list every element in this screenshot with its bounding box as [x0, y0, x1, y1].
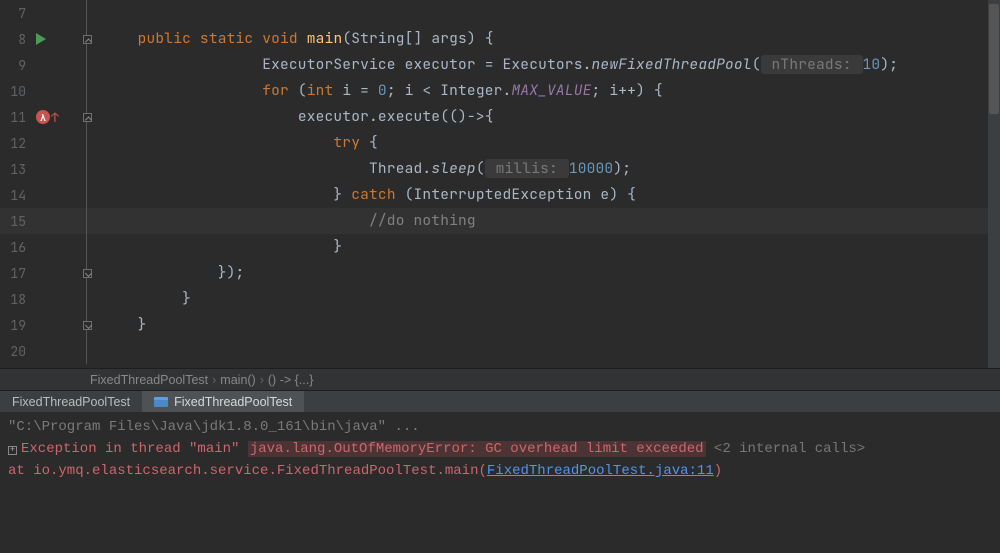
line-number: 14	[0, 187, 32, 204]
code-text: } catch (InterruptedException e) {	[98, 182, 1000, 208]
code-line-current[interactable]: 15 //do nothing	[0, 208, 1000, 234]
code-line[interactable]: 10 for (int i = 0; i < Integer.MAX_VALUE…	[0, 78, 1000, 104]
editor-scrollbar[interactable]	[988, 0, 1000, 368]
parameter-hint: nThreads:	[761, 55, 863, 74]
stacktrace-link[interactable]: FixedThreadPoolTest.java:11	[487, 463, 714, 479]
line-number: 18	[0, 291, 32, 308]
code-text: }	[98, 312, 1000, 338]
breadcrumb[interactable]: FixedThreadPoolTest	[90, 373, 208, 387]
run-gutter-icon[interactable]	[36, 33, 46, 45]
code-text: try {	[98, 130, 1000, 156]
code-text: }	[98, 234, 1000, 260]
code-line[interactable]: 8 public static void main(String[] args)…	[0, 26, 1000, 52]
chevron-right-icon: ›	[208, 373, 220, 387]
up-arrow-icon: ↑	[51, 109, 59, 126]
code-text: }	[98, 286, 1000, 312]
console-line: at io.ymq.elasticsearch.service.FixedThr…	[8, 460, 992, 482]
run-console[interactable]: "C:\Program Files\Java\jdk1.8.0_161\bin\…	[0, 412, 1000, 553]
code-line[interactable]: 20	[0, 338, 1000, 364]
code-line[interactable]: 13 Thread.sleep( millis: 10000);	[0, 156, 1000, 182]
code-line[interactable]: 11 λ↑ executor.execute(()->{	[0, 104, 1000, 130]
fold-toggle-icon[interactable]	[83, 113, 92, 122]
code-text: ExecutorService executor = Executors.new…	[98, 52, 1000, 78]
line-number: 19	[0, 317, 32, 334]
code-line[interactable]: 19 }	[0, 312, 1000, 338]
code-text: for (int i = 0; i < Integer.MAX_VALUE; i…	[98, 78, 1000, 104]
scroll-thumb[interactable]	[989, 4, 999, 114]
code-line[interactable]: 7	[0, 0, 1000, 26]
chevron-right-icon: ›	[256, 373, 268, 387]
tab-label: FixedThreadPoolTest	[12, 395, 130, 409]
breadcrumbs-bar: FixedThreadPoolTest › main() › () -> {..…	[0, 368, 1000, 390]
code-text: //do nothing	[98, 208, 1000, 234]
expand-icon[interactable]: +	[8, 446, 17, 455]
run-tab[interactable]: FixedThreadPoolTest	[0, 391, 142, 412]
line-number: 9	[0, 57, 32, 74]
console-line: "C:\Program Files\Java\jdk1.8.0_161\bin\…	[8, 416, 992, 438]
line-number: 15	[0, 213, 32, 230]
breadcrumb[interactable]: main()	[220, 373, 255, 387]
line-number: 12	[0, 135, 32, 152]
line-number: 8	[0, 31, 32, 48]
fold-toggle-icon[interactable]	[83, 35, 92, 44]
fold-toggle-icon[interactable]	[83, 269, 92, 278]
run-tab-active[interactable]: FixedThreadPoolTest	[142, 391, 304, 412]
tab-label: FixedThreadPoolTest	[174, 395, 292, 409]
line-number: 13	[0, 161, 32, 178]
code-line[interactable]: 12 try {	[0, 130, 1000, 156]
code-line[interactable]: 9 ExecutorService executor = Executors.n…	[0, 52, 1000, 78]
code-text: });	[98, 260, 1000, 286]
run-config-icon	[154, 397, 168, 407]
parameter-hint: millis:	[485, 159, 569, 178]
run-tab-bar: FixedThreadPoolTest FixedThreadPoolTest	[0, 390, 1000, 412]
code-text: public static void main(String[] args) {	[98, 26, 1000, 52]
code-line[interactable]: 14 } catch (InterruptedException e) {	[0, 182, 1000, 208]
code-line[interactable]: 18 }	[0, 286, 1000, 312]
fold-toggle-icon[interactable]	[83, 321, 92, 330]
line-number: 16	[0, 239, 32, 256]
code-line[interactable]: 16 }	[0, 234, 1000, 260]
recursion-gutter-icon[interactable]: λ	[36, 110, 50, 124]
code-line[interactable]: 17 });	[0, 260, 1000, 286]
line-number: 10	[0, 83, 32, 100]
code-text: Thread.sleep( millis: 10000);	[98, 156, 1000, 182]
line-number: 17	[0, 265, 32, 282]
line-number: 7	[0, 5, 32, 22]
breadcrumb[interactable]: () -> {...}	[268, 373, 314, 387]
line-number: 11	[0, 109, 32, 126]
console-line: +Exception in thread "main" java.lang.Ou…	[8, 438, 992, 460]
line-number: 20	[0, 343, 32, 360]
code-text: executor.execute(()->{	[98, 104, 1000, 130]
code-editor[interactable]: 7 8 public static void main(String[] arg…	[0, 0, 1000, 368]
